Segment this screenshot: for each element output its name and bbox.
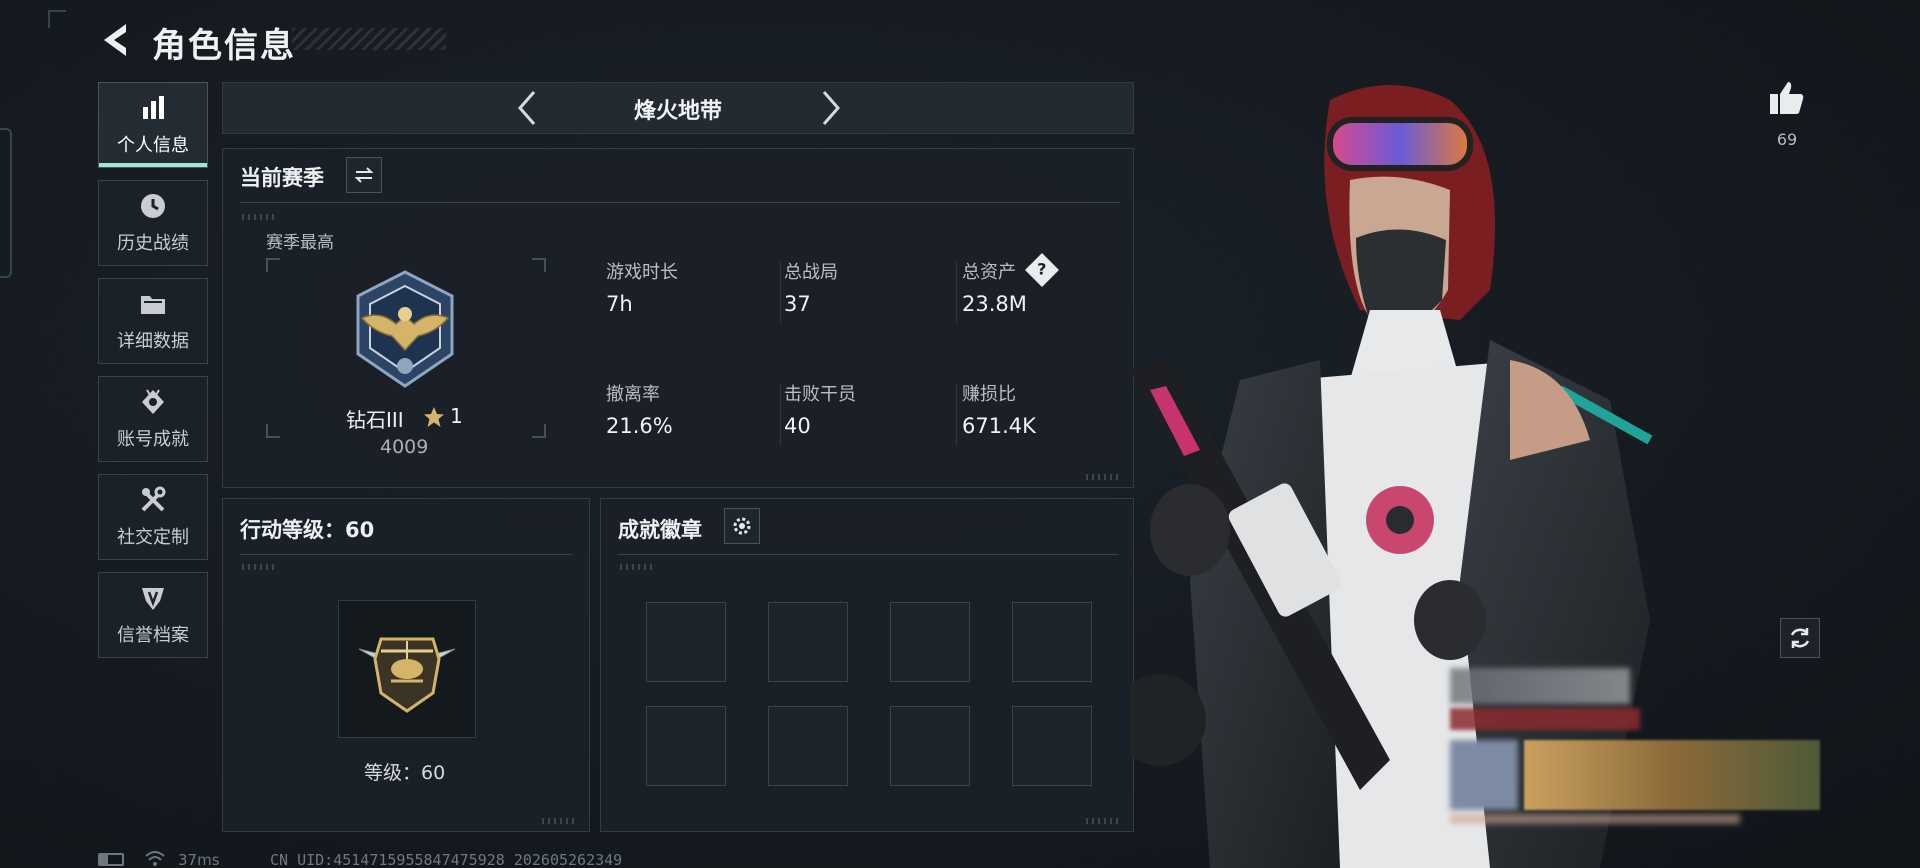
stat-value: 40 (784, 414, 811, 438)
refresh-button[interactable] (1780, 618, 1820, 658)
level-emblem-frame (338, 600, 476, 738)
stat-value: 7h (606, 292, 633, 316)
badge-slot[interactable] (890, 602, 970, 682)
frame-corner (266, 424, 280, 438)
tick-decoration (242, 214, 276, 220)
badge-slot[interactable] (646, 602, 726, 682)
sidebar-item-social[interactable]: 社交定制 (98, 474, 208, 560)
folder-icon (141, 296, 165, 314)
mode-name: 烽火地带 (633, 99, 722, 124)
refresh-icon (1790, 628, 1810, 648)
tick-decoration (1086, 818, 1120, 824)
badge-slot[interactable] (646, 706, 726, 786)
helicopter-emblem-icon (358, 637, 456, 713)
badge-settings-button[interactable] (724, 508, 760, 544)
stat-label: 撤离率 (606, 384, 660, 405)
sidebar-item-details[interactable]: 详细数据 (98, 278, 208, 364)
stat-label: 击败干员 (784, 384, 856, 405)
tools-icon (141, 486, 166, 512)
stat-label: 总战局 (784, 262, 838, 283)
frame-corner (532, 424, 546, 438)
divider (780, 384, 781, 446)
stat-value: 671.4K (962, 414, 1036, 438)
divider (618, 554, 1118, 555)
ping-value: 37ms (178, 851, 220, 868)
sidebar-item-label: 信誉档案 (117, 625, 189, 646)
back-arrow-icon (104, 24, 126, 56)
action-level-title: 行动等级：60 (240, 518, 375, 542)
gear-icon (733, 517, 751, 535)
sidebar-item-label: 社交定制 (117, 527, 189, 548)
wifi-icon (144, 850, 166, 868)
sidebar-item-reputation[interactable]: 信誉档案 (98, 572, 208, 658)
like-button[interactable] (1766, 78, 1806, 118)
edge-decoration (0, 128, 12, 278)
switch-season-button[interactable] (346, 157, 382, 193)
stat-value: 23.8M (962, 292, 1027, 316)
player-card-blurred (1450, 668, 1820, 824)
tick-decoration (1086, 474, 1120, 480)
sidebar-item-label: 详细数据 (117, 331, 189, 352)
battery-icon (98, 853, 124, 866)
divider (956, 384, 957, 446)
stat-label: 总资产 (962, 262, 1016, 283)
rank-emblem-icon (340, 266, 470, 396)
star-icon (423, 406, 445, 432)
rank-stars: 1 (450, 404, 463, 428)
uid-text: CN UID:4514715955847475928 202605262349 (270, 851, 623, 868)
badge-slot[interactable] (890, 706, 970, 786)
level-text: 等级：60 (364, 762, 446, 784)
bar-chart-icon (143, 96, 164, 119)
title-decoration (292, 28, 446, 50)
swap-icon (354, 167, 374, 183)
badge-slot[interactable] (1012, 706, 1092, 786)
season-best-label: 赛季最高 (266, 233, 334, 253)
rank-points: 4009 (380, 436, 429, 458)
tick-decoration (242, 564, 276, 570)
help-icon: ? (1037, 260, 1047, 279)
stat-label: 游戏时长 (606, 262, 678, 283)
badge-slot[interactable] (768, 602, 848, 682)
chevron-right-icon (822, 91, 840, 125)
next-mode-button[interactable] (810, 88, 850, 128)
stat-value: 37 (784, 292, 811, 316)
badge-slot[interactable] (768, 706, 848, 786)
shield-icon (142, 588, 164, 610)
stat-value: 21.6% (606, 414, 673, 438)
back-button[interactable] (96, 18, 136, 62)
sidebar-item-achievements[interactable]: 账号成就 (98, 376, 208, 462)
prev-mode-button[interactable] (508, 88, 548, 128)
divider (240, 554, 572, 555)
badges-title: 成就徽章 (618, 518, 702, 542)
thumbs-up-icon (1770, 82, 1804, 114)
divider (240, 202, 1120, 203)
sidebar-item-label: 账号成就 (117, 429, 189, 450)
sidebar-item-history[interactable]: 历史战绩 (98, 180, 208, 266)
tick-decoration (620, 564, 654, 570)
achievement-icon (142, 389, 164, 414)
divider (780, 262, 781, 324)
page-title: 角色信息 (152, 26, 296, 66)
divider (956, 262, 957, 324)
likes-count: 69 (1776, 130, 1798, 149)
season-title: 当前赛季 (240, 166, 324, 190)
frame-corner (532, 258, 546, 272)
tick-decoration (542, 818, 576, 824)
sidebar-item-personal-info[interactable]: 个人信息 (98, 82, 208, 168)
stat-label: 赚损比 (962, 384, 1016, 405)
frame-corner (266, 258, 280, 272)
clock-icon (141, 194, 165, 218)
rank-name: 钻石III (346, 408, 404, 432)
corner-decoration (48, 10, 66, 28)
badge-slot[interactable] (1012, 602, 1092, 682)
sidebar-item-label: 历史战绩 (117, 233, 189, 254)
sidebar-item-label: 个人信息 (117, 135, 189, 156)
chevron-left-icon (518, 91, 536, 125)
